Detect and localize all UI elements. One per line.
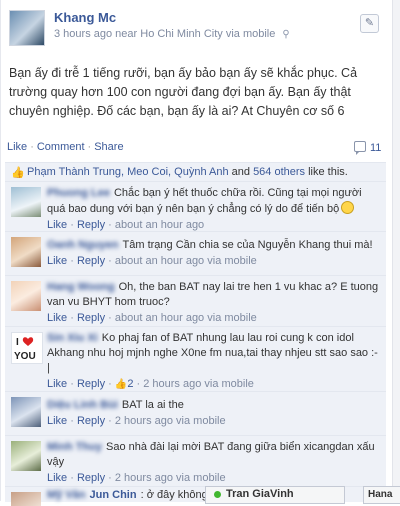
comment-via: via mobile <box>176 415 226 427</box>
comment-text: Tâm trạng Cần chia se của Nguyễn Khang t… <box>122 239 373 251</box>
commenter-avatar[interactable] <box>11 492 41 506</box>
svg-text:I: I <box>16 337 19 348</box>
comment-like-link[interactable]: Like <box>47 312 67 324</box>
commenter-name[interactable]: Oanh Nguyen <box>47 239 119 251</box>
commenter-avatar[interactable]: I YOU <box>11 332 43 364</box>
post-via: via mobile <box>225 28 276 40</box>
online-status-icon <box>214 491 221 498</box>
thumbs-up-icon: 👍 <box>114 379 128 390</box>
likers-others[interactable]: 564 others <box>253 166 305 178</box>
comment-like-link[interactable]: Like <box>47 415 67 427</box>
comment-text: BAT la ai the <box>121 399 184 411</box>
comment-count[interactable]: 11 <box>354 141 381 155</box>
thumbs-up-icon: 👍 <box>11 167 25 179</box>
comment-time[interactable]: about an hour ago <box>115 255 204 267</box>
chat-tab[interactable]: Tran GiaVinh <box>205 486 345 504</box>
post-header: Khang Mc 3 hours ago near Ho Chi Minh Ci… <box>9 10 389 50</box>
smiley-icon <box>341 201 355 214</box>
commenter-nickname[interactable]: Jun Chin <box>90 489 137 501</box>
commenter-avatar[interactable] <box>11 281 41 311</box>
commenter-name[interactable]: Sin Xiu Xi <box>47 332 98 344</box>
commenter-name[interactable]: Hang Woong <box>47 281 115 293</box>
post-actions: Like · Comment · Share 11 <box>7 141 382 155</box>
post-location[interactable]: near Ho Chi Minh City <box>115 28 223 40</box>
comment-item: Oanh Nguyen Tâm trạng Cần chia se của Ngu… <box>5 231 386 275</box>
comment-reply-link[interactable]: Reply <box>77 255 105 267</box>
comment-reply-link[interactable]: Reply <box>77 378 105 390</box>
comment-via: via mobile <box>207 255 257 267</box>
chat-contact-name: Tran GiaVinh <box>226 488 294 500</box>
comment-meta: Like · Reply · 2 hours ago via mobile <box>47 415 226 427</box>
comment-meta: Like · Reply · 2 hours ago via mobile <box>47 472 226 484</box>
chat-tab-secondary[interactable]: Hana <box>363 486 400 504</box>
comment-meta: Like · Reply · about an hour ago via mob… <box>47 312 257 324</box>
share-button[interactable]: Share <box>94 141 123 153</box>
comment-time[interactable]: 2 hours ago <box>143 378 201 390</box>
comment-item: Hang Woong Oh, the ban BAT nay lai tre he… <box>5 275 386 326</box>
comment-bubble-icon <box>354 141 366 155</box>
commenter-name[interactable]: Minh Thuy <box>47 441 102 453</box>
facebook-post: Khang Mc 3 hours ago near Ho Chi Minh Ci… <box>0 0 395 506</box>
commenter-avatar[interactable] <box>11 397 41 427</box>
comment-reply-link[interactable]: Reply <box>77 312 105 324</box>
comment-reply-link[interactable]: Reply <box>77 472 105 484</box>
comment-like-link[interactable]: Like <box>47 378 67 390</box>
comment-button[interactable]: Comment <box>37 141 85 153</box>
comment-reply-link[interactable]: Reply <box>77 415 105 427</box>
chat-contact-name-secondary: Hana <box>368 489 393 500</box>
commenter-name[interactable]: Mỹ Vân <box>47 489 86 501</box>
comment-like-link[interactable]: Like <box>47 472 67 484</box>
comment-time[interactable]: about an hour ago <box>115 219 204 231</box>
comment-time[interactable]: about an hour ago <box>115 312 204 324</box>
comment-meta: Like · Reply · about an hour ago via mob… <box>47 255 257 267</box>
comment-item: I YOU Sin Xiu Xi Ko phaj fan of BAT nhung… <box>5 326 386 391</box>
commenter-name[interactable]: Phuong Lee <box>47 187 110 199</box>
author-name[interactable]: Khang Mc <box>54 10 116 25</box>
comment-time[interactable]: 2 hours ago <box>115 415 173 427</box>
privacy-icon: ⚲ <box>282 29 290 40</box>
comment-item: Phuong Lee Chắc bạn ý hết thuốc chữa rồi.… <box>5 181 386 231</box>
likers-names[interactable]: Phạm Thành Trung, Meo Coi, Quỳnh Anh <box>27 166 229 178</box>
comment-via: via mobile <box>207 312 257 324</box>
author-avatar[interactable] <box>9 10 45 46</box>
post-text: Bạn ấy đi trễ 1 tiếng rưỡi, bạn ấy bảo b… <box>9 66 358 118</box>
svg-text:YOU: YOU <box>14 351 36 362</box>
pencil-icon[interactable]: ✎ <box>360 14 379 33</box>
comment-item: Minh Thuy Sao nhà đài lại mời BAT đang gi… <box>5 435 386 486</box>
comment-reply-link[interactable]: Reply <box>77 219 105 231</box>
comment-like-link[interactable]: Like <box>47 219 67 231</box>
comment-via: via mobile <box>176 472 226 484</box>
like-button[interactable]: Like <box>7 141 27 153</box>
likes-text: Phạm Thành Trung, Meo Coi, Quỳnh Anh and… <box>27 166 348 178</box>
comment-meta: Like · Reply · 👍2 · 2 hours ago via mobi… <box>47 378 254 390</box>
post-time[interactable]: 3 hours ago <box>54 28 112 40</box>
comment-time[interactable]: 2 hours ago <box>115 472 173 484</box>
comment-like-count[interactable]: 2 <box>127 378 133 390</box>
commenter-avatar[interactable] <box>11 441 41 471</box>
commenter-avatar[interactable] <box>11 187 41 217</box>
commenter-name[interactable]: Diệu Linh Bùi <box>47 399 118 411</box>
commenter-avatar[interactable] <box>11 237 41 267</box>
i-love-you-avatar-art: I YOU <box>14 337 36 362</box>
comment-like-link[interactable]: Like <box>47 255 67 267</box>
comment-item: Diệu Linh Bùi BAT la ai the Like · Reply … <box>5 391 386 435</box>
comment-via: via mobile <box>204 378 254 390</box>
post-meta: 3 hours ago near Ho Chi Minh City via mo… <box>54 28 292 40</box>
scrollbar[interactable] <box>392 0 400 501</box>
likes-bar: 👍 Phạm Thành Trung, Meo Coi, Quỳnh Anh a… <box>5 162 386 181</box>
